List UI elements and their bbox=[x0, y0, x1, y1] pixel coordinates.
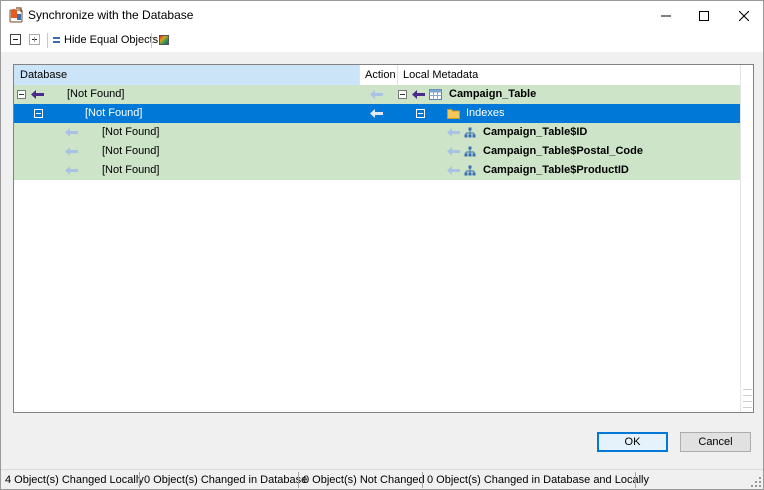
column-header-database[interactable]: Database bbox=[14, 65, 359, 85]
cancel-button[interactable]: Cancel bbox=[680, 432, 751, 452]
local-metadata-value: Indexes bbox=[466, 107, 505, 119]
equal-icon bbox=[53, 37, 60, 43]
grid-row-index-id[interactable]: [Not Found] Campaign_Table$ID bbox=[14, 123, 740, 142]
sync-dialog: Synchronize with the Database Hide Equal… bbox=[0, 0, 764, 490]
action-arrow-icon[interactable] bbox=[447, 127, 461, 138]
toolbar-separator bbox=[47, 33, 48, 48]
arrow-left-icon bbox=[65, 128, 78, 137]
arrow-left-icon bbox=[31, 90, 44, 99]
grid-row-index-postal-code[interactable]: [Not Found] Campaign_Table$Postal_Code bbox=[14, 142, 740, 161]
hide-equal-label: Hide Equal Objects bbox=[64, 34, 159, 46]
database-sync-icon bbox=[9, 7, 23, 23]
grid-row-campaign-table[interactable]: [Not Found] Campaign_Table bbox=[14, 85, 740, 104]
local-metadata-value: Campaign_Table$ID bbox=[483, 126, 588, 138]
status-changed-both: 0 Object(s) Changed in Database and Loca… bbox=[427, 474, 649, 486]
collapse-toggle[interactable] bbox=[416, 109, 425, 118]
status-separator bbox=[139, 472, 140, 488]
title-bar: Synchronize with the Database bbox=[1, 1, 763, 30]
status-changed-locally: 4 Object(s) Changed Locally bbox=[5, 474, 144, 486]
database-value: [Not Found] bbox=[67, 88, 125, 100]
close-icon bbox=[738, 10, 749, 21]
scroll-grip bbox=[743, 401, 752, 402]
close-button[interactable] bbox=[721, 1, 764, 30]
database-value: [Not Found] bbox=[102, 145, 160, 157]
expand-all-icon[interactable] bbox=[29, 34, 40, 45]
comparison-grid: Database Action Local Metadata [Not Foun… bbox=[13, 64, 754, 413]
scroll-grip bbox=[743, 389, 752, 390]
column-header-action[interactable]: Action bbox=[359, 65, 397, 85]
window-title: Synchronize with the Database bbox=[28, 8, 194, 22]
status-not-changed: 0 Object(s) Not Changed bbox=[303, 474, 425, 486]
folder-icon bbox=[447, 109, 460, 119]
action-arrow-icon[interactable] bbox=[447, 165, 461, 176]
grid-header: Database Action Local Metadata bbox=[14, 65, 740, 85]
scroll-grip bbox=[743, 407, 752, 408]
status-separator bbox=[298, 472, 299, 488]
column-header-local-metadata[interactable]: Local Metadata bbox=[397, 65, 740, 85]
color-legend-icon[interactable] bbox=[159, 35, 169, 45]
maximize-button[interactable] bbox=[681, 1, 726, 30]
local-metadata-value: Campaign_Table$ProductID bbox=[483, 164, 629, 176]
arrow-left-icon bbox=[65, 147, 78, 156]
status-separator bbox=[422, 472, 423, 488]
arrow-left-icon bbox=[412, 90, 425, 99]
vertical-scrollbar[interactable] bbox=[740, 65, 753, 412]
index-icon bbox=[464, 146, 476, 157]
local-metadata-value: Campaign_Table bbox=[449, 88, 537, 100]
collapse-toggle[interactable] bbox=[17, 90, 26, 99]
arrow-left-icon bbox=[65, 166, 78, 175]
ok-button[interactable]: OK bbox=[597, 432, 668, 452]
minimize-icon bbox=[660, 15, 671, 16]
status-separator bbox=[635, 472, 636, 488]
table-icon bbox=[429, 89, 442, 100]
toolbar-separator bbox=[151, 33, 152, 48]
resize-grip-icon[interactable] bbox=[751, 477, 761, 487]
maximize-icon bbox=[698, 10, 709, 21]
local-metadata-value: Campaign_Table$Postal_Code bbox=[483, 145, 643, 157]
status-changed-in-database: 0 Object(s) Changed in Database bbox=[144, 474, 308, 486]
status-bar: 4 Object(s) Changed Locally 0 Object(s) … bbox=[1, 469, 763, 489]
action-arrow-icon[interactable] bbox=[447, 146, 461, 157]
grid-row-index-productid[interactable]: [Not Found] Campaign_Table$ProductID bbox=[14, 161, 740, 180]
scroll-grip bbox=[743, 395, 752, 396]
collapse-toggle[interactable] bbox=[34, 109, 43, 118]
collapse-all-icon[interactable] bbox=[10, 34, 21, 45]
hide-equal-objects-button[interactable]: Hide Equal Objects bbox=[53, 34, 158, 46]
collapse-toggle[interactable] bbox=[398, 90, 407, 99]
index-icon bbox=[464, 127, 476, 138]
database-value: [Not Found] bbox=[102, 164, 160, 176]
action-arrow-icon[interactable] bbox=[370, 89, 384, 100]
database-value: [Not Found] bbox=[85, 107, 143, 119]
action-arrow-icon[interactable] bbox=[370, 108, 384, 119]
database-value: [Not Found] bbox=[102, 126, 160, 138]
index-icon bbox=[464, 165, 476, 176]
grid-row-indexes[interactable]: [Not Found] Indexes bbox=[14, 104, 740, 123]
toolbar: Hide Equal Objects bbox=[1, 30, 763, 52]
